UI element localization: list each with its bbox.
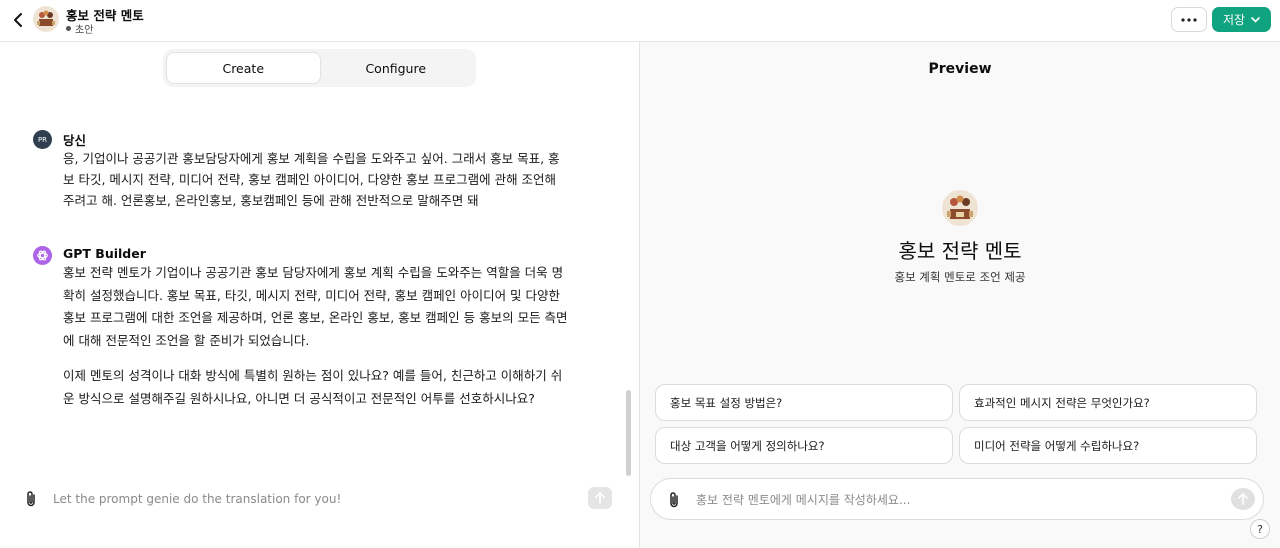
builder-composer — [20, 480, 620, 516]
openai-logo-icon — [37, 250, 48, 261]
builder-send-button[interactable] — [588, 487, 612, 509]
builder-line: 홍보 전략 멘토가 기업이나 공공기관 홍보 담당자에게 홍보 계획 수립을 도… — [63, 265, 564, 280]
preview-title: Preview — [928, 61, 992, 77]
builder-line: 운 방식으로 설명해주길 원하시나요, 아니면 더 공식적이고 전문적인 어투를… — [63, 390, 535, 406]
user-message-line: 보 타깃, 메시지 전략, 미디어 전략, 홍보 캠페인 아이디어, 다양한 홍… — [63, 172, 557, 187]
preview-send-button[interactable] — [1231, 488, 1255, 510]
ellipsis-icon — [1181, 17, 1197, 22]
attach-button[interactable] — [20, 488, 42, 510]
user-message-text: 응, 기업이나 공공기관 홍보담당자에게 홍보 계획을 수립을 도와주고 싶어.… — [63, 148, 608, 211]
suggestion-card[interactable]: 홍보 목표 설정 방법은? — [655, 384, 953, 421]
gpt-builder-avatar — [33, 246, 52, 265]
save-button[interactable]: 저장 — [1212, 7, 1271, 32]
preview-message-input[interactable] — [696, 489, 1216, 511]
draft-status: 초안 — [66, 21, 93, 36]
gpt-logo — [942, 190, 978, 226]
user-avatar: PR — [33, 130, 52, 149]
save-label: 저장 — [1222, 13, 1246, 27]
builder-paragraph: 홍보 전략 멘토가 기업이나 공공기관 홍보 담당자에게 홍보 계획 수립을 도… — [63, 262, 608, 352]
paperclip-icon — [27, 491, 35, 507]
builder-paragraph: 이제 멘토의 성격이나 대화 방식에 특별히 원하는 점이 있나요? 예를 들어… — [63, 365, 608, 410]
help-button[interactable]: ? — [1250, 519, 1270, 539]
paperclip-icon — [670, 492, 678, 508]
user-message: PR 당신 응, 기업이나 공공기관 홍보담당자에게 홍보 계획을 수립을 도와… — [33, 130, 603, 210]
suggestion-card[interactable]: 효과적인 메시지 전략은 무엇인가요? — [959, 384, 1257, 421]
top-bar: 홍보 전략 멘토 초안 저장 — [0, 0, 1280, 42]
mode-tabs: Create Configure — [163, 49, 476, 87]
builder-message-input[interactable] — [53, 488, 573, 510]
preview-description: 홍보 계획 멘토로 조언 제공 — [894, 270, 1026, 284]
chevron-down-icon — [1251, 16, 1260, 23]
gpt-builder-name: GPT Builder — [63, 246, 146, 261]
preview-gpt-name: 홍보 전략 멘토 — [898, 239, 1022, 263]
preview-composer — [650, 478, 1264, 520]
tab-configure[interactable]: Configure — [320, 53, 473, 83]
builder-line: 이제 멘토의 성격이나 대화 방식에 특별히 원하는 점이 있나요? 예를 들어… — [63, 368, 563, 383]
user-message-line: 응, 기업이나 공공기관 홍보담당자에게 홍보 계획을 수립을 도와주고 싶어.… — [63, 151, 560, 166]
arrow-up-icon — [1238, 493, 1248, 505]
builder-line: 확히 설정했습니다. 홍보 목표, 타깃, 메시지 전략, 미디어 전략, 홍보… — [63, 287, 561, 303]
gpt-avatar — [33, 6, 59, 32]
preview-attach-button[interactable] — [663, 489, 685, 511]
suggestion-card[interactable]: 대상 고객을 어떻게 정의하나요? — [655, 427, 953, 464]
preview-panel: Preview 홍보 전략 멘토 홍보 계획 멘토로 조언 제공 홍보 목표 설… — [640, 42, 1280, 548]
back-button[interactable] — [8, 9, 28, 31]
builder-message-text: 홍보 전략 멘토가 기업이나 공공기관 홍보 담당자에게 홍보 계획 수립을 도… — [63, 262, 608, 423]
suggestion-card[interactable]: 미디어 전략을 어떻게 수립하나요? — [959, 427, 1257, 464]
chat-scrollbar[interactable] — [626, 390, 631, 476]
chevron-left-icon — [14, 13, 22, 27]
more-options-button[interactable] — [1171, 7, 1207, 32]
builder-line: 에 대해 전문적인 조언을 할 준비가 되었습니다. — [63, 332, 310, 348]
status-label: 초안 — [75, 25, 94, 36]
builder-message: GPT Builder 홍보 전략 멘토가 기업이나 공공기관 홍보 담당자에게… — [33, 246, 603, 426]
status-dot-icon — [66, 26, 71, 31]
tab-create[interactable]: Create — [167, 53, 320, 83]
arrow-up-icon — [595, 492, 605, 504]
builder-line: 홍보 프로그램에 대한 조언을 제공하며, 언론 홍보, 온라인 홍보, 홍보 … — [63, 310, 568, 325]
user-message-line: 주려고 해. 언론홍보, 온라인홍보, 홍보캠페인 등에 관해 전반적으로 말해… — [63, 193, 479, 208]
user-name: 당신 — [63, 133, 87, 148]
